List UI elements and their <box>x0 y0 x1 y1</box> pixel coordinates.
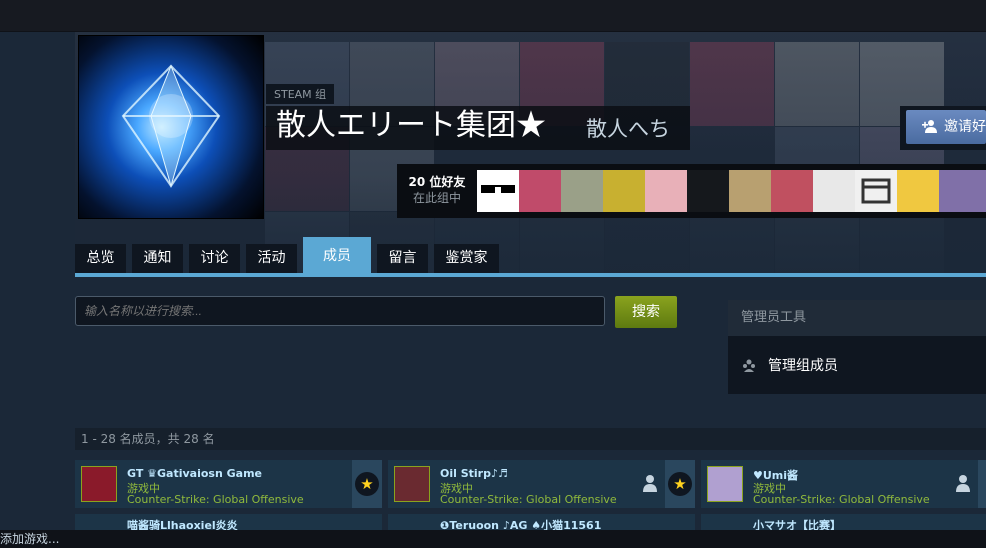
member-card[interactable]: ♥Umi酱 游戏中 Counter-Strike: Global Offensi… <box>701 460 986 508</box>
manage-members-link[interactable]: 管理组成员 <box>742 354 838 378</box>
friend-avatar[interactable] <box>771 170 813 212</box>
member-avatar[interactable] <box>394 466 430 502</box>
member-card[interactable]: Oil Stirp♪♬ 游戏中 Counter-Strike: Global O… <box>388 460 695 508</box>
friend-avatar[interactable] <box>729 170 771 212</box>
friend-avatar[interactable] <box>477 170 519 212</box>
friend-avatar[interactable] <box>855 170 897 212</box>
member-game: Counter-Strike: Global Offensive <box>440 493 617 506</box>
friend-avatar[interactable] <box>603 170 645 212</box>
steam-group-tag: STEAM 组 <box>266 84 335 104</box>
member-count: 1 - 28 名成员，共 28 名 <box>75 428 986 450</box>
tab-underline <box>75 273 986 277</box>
member-avatar[interactable] <box>707 466 743 502</box>
star-icon: ★ <box>668 472 692 496</box>
top-navigation-bar <box>0 0 986 32</box>
member-game: Counter-Strike: Global Offensive <box>753 493 930 506</box>
friend-avatar[interactable] <box>813 170 855 212</box>
diamond-icon <box>121 64 221 188</box>
member-name[interactable]: GT ♛Gativaiosn Game <box>127 467 262 480</box>
invite-friends-button[interactable]: 邀请好 <box>906 110 986 144</box>
member-search-input[interactable] <box>75 296 605 326</box>
add-user-icon <box>922 120 937 133</box>
group-avatar <box>79 36 263 218</box>
tab-comments[interactable]: 留言 <box>377 244 428 273</box>
group-name: 散人エリート集团★ <box>276 108 546 143</box>
search-button[interactable]: 搜索 <box>615 296 677 328</box>
tab-overview[interactable]: 总览 <box>75 244 126 273</box>
member-game: Counter-Strike: Global Offensive <box>127 493 304 506</box>
friends-count[interactable]: 20 位好友 在此组中 <box>405 174 469 206</box>
box-face-icon <box>861 178 891 204</box>
member-avatar[interactable] <box>81 466 117 502</box>
tab-members[interactable]: 成员 <box>303 237 371 273</box>
friend-avatar[interactable] <box>561 170 603 212</box>
star-icon: ★ <box>355 472 379 496</box>
sunglasses-icon <box>481 185 515 193</box>
friend-avatar[interactable] <box>645 170 687 212</box>
member-name[interactable]: Oil Stirp♪♬ <box>440 467 508 480</box>
tab-curator[interactable]: 鉴赏家 <box>434 244 499 273</box>
tab-discussions[interactable]: 讨论 <box>189 244 240 273</box>
add-game-status[interactable]: 添加游戏... <box>0 530 986 548</box>
friend-avatar[interactable] <box>939 170 986 212</box>
group-abbreviation: 散人へち <box>586 117 670 141</box>
user-icon <box>956 475 970 492</box>
user-icon <box>643 475 657 492</box>
friend-avatar[interactable] <box>687 170 729 212</box>
friend-avatar[interactable] <box>519 170 561 212</box>
group-icon <box>743 359 755 372</box>
friend-avatar[interactable] <box>897 170 939 212</box>
tab-events[interactable]: 活动 <box>246 244 297 273</box>
admin-tools-header: 管理员工具 <box>728 300 986 336</box>
member-card[interactable]: GT ♛Gativaiosn Game 游戏中 Counter-Strike: … <box>75 460 382 508</box>
tab-announcements[interactable]: 通知 <box>132 244 183 273</box>
